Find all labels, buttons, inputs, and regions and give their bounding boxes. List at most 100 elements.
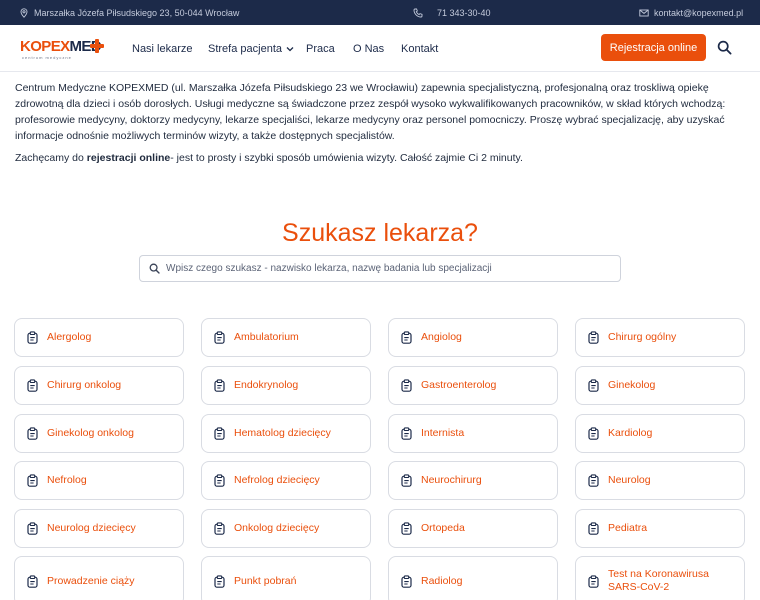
specialization-card[interactable]: Test na Koronawirusa SARS-CoV-2 bbox=[575, 556, 745, 600]
clipboard-icon bbox=[587, 574, 600, 588]
specialization-card[interactable]: Punkt pobrań bbox=[201, 556, 371, 600]
logo-subtitle: centrum medyczne bbox=[22, 55, 72, 60]
phone-text: 71 343-30-40 bbox=[437, 7, 491, 18]
clipboard-icon bbox=[213, 522, 226, 535]
doctor-search-box[interactable] bbox=[139, 255, 621, 282]
clipboard-icon bbox=[400, 427, 413, 440]
specialization-card[interactable]: Ambulatorium bbox=[201, 318, 371, 357]
clipboard-icon bbox=[587, 522, 600, 535]
specialization-label: Chirurg ogólny bbox=[608, 331, 677, 343]
specialization-card[interactable]: Nefrolog dziecięcy bbox=[201, 461, 371, 500]
nav-kontakt[interactable]: Kontakt bbox=[401, 25, 438, 72]
specialization-card[interactable]: Neurolog dziecięcy bbox=[14, 509, 184, 548]
email-text: kontakt@kopexmed.pl bbox=[654, 7, 744, 18]
specialization-label: Test na Koronawirusa SARS-CoV-2 bbox=[608, 568, 709, 593]
specializations-grid: Alergolog Ambulatorium Angiolog Chirurg … bbox=[14, 318, 746, 600]
specialization-card[interactable]: Internista bbox=[388, 414, 558, 453]
kopexmed-logo[interactable]: KOPEXMED centrum medyczne bbox=[20, 39, 105, 61]
email-link[interactable]: kontakt@kopexmed.pl bbox=[639, 0, 743, 25]
specialization-label: Kardiolog bbox=[608, 427, 653, 439]
search-icon bbox=[149, 263, 160, 274]
clipboard-icon bbox=[400, 474, 413, 487]
clipboard-icon bbox=[26, 331, 39, 344]
specialization-label: Ginekolog onkolog bbox=[47, 427, 134, 439]
logo-wordmark: KOPEXMED bbox=[20, 38, 102, 55]
map-pin-icon bbox=[19, 7, 29, 18]
clipboard-icon bbox=[587, 427, 600, 440]
address-text: Marszałka Józefa Piłsudskiego 23, 50-044… bbox=[34, 7, 240, 18]
clipboard-icon bbox=[26, 427, 39, 440]
registration-cta: Zachęcamy do rejestracji online- jest to… bbox=[15, 152, 523, 164]
specialization-card[interactable]: Ginekolog onkolog bbox=[14, 414, 184, 453]
specialization-card[interactable]: Ginekolog bbox=[575, 366, 745, 405]
specialization-label: Internista bbox=[421, 427, 465, 439]
specialization-card[interactable]: Endokrynolog bbox=[201, 366, 371, 405]
clipboard-icon bbox=[400, 379, 413, 392]
specialization-label: Neurolog bbox=[608, 474, 651, 486]
clipboard-icon bbox=[26, 379, 39, 392]
clipboard-icon bbox=[213, 379, 226, 392]
specialization-label: Nefrolog bbox=[47, 474, 87, 486]
specialization-label: Neurolog dziecięcy bbox=[47, 522, 136, 534]
clipboard-icon bbox=[587, 331, 600, 344]
specialization-label: Alergolog bbox=[47, 331, 92, 343]
clipboard-icon bbox=[26, 574, 39, 588]
clipboard-icon bbox=[213, 474, 226, 487]
search-headline: Szukasz lekarza? bbox=[282, 219, 478, 247]
specialization-label: Punkt pobrań bbox=[234, 574, 297, 587]
specialization-label: Pediatra bbox=[608, 522, 648, 534]
specialization-card[interactable]: Chirurg ogólny bbox=[575, 318, 745, 357]
search-icon bbox=[717, 40, 731, 54]
specialization-card[interactable]: Kardiolog bbox=[575, 414, 745, 453]
clipboard-icon bbox=[213, 427, 226, 440]
clipboard-icon bbox=[400, 522, 413, 535]
clipboard-icon bbox=[213, 574, 226, 588]
envelope-icon bbox=[639, 8, 649, 18]
clipboard-icon bbox=[26, 522, 39, 535]
specialization-card[interactable]: Neurolog bbox=[575, 461, 745, 500]
specialization-label: Ortopeda bbox=[421, 522, 465, 534]
specialization-card[interactable]: Angiolog bbox=[388, 318, 558, 357]
clipboard-icon bbox=[213, 331, 226, 344]
phone-icon bbox=[413, 8, 423, 18]
address-info: Marszałka Józefa Piłsudskiego 23, 50-044… bbox=[19, 0, 239, 25]
specialization-label: Onkolog dziecięcy bbox=[234, 522, 320, 534]
main-header: KOPEXMED centrum medyczne Nasi lekarze S… bbox=[0, 25, 760, 72]
specialization-card[interactable]: Neurochirurg bbox=[388, 461, 558, 500]
register-online-button[interactable]: Rejestracja online bbox=[601, 34, 706, 61]
specialization-label: Ambulatorium bbox=[234, 331, 299, 343]
registration-cta-link[interactable]: rejestracji online bbox=[87, 152, 170, 164]
specialization-label: Angiolog bbox=[421, 331, 462, 343]
specialization-label: Hematolog dziecięcy bbox=[234, 427, 331, 439]
phone-link[interactable]: 71 343-30-40 bbox=[413, 0, 491, 25]
specialization-card[interactable]: Chirurg onkolog bbox=[14, 366, 184, 405]
specialization-label: Gastroenterolog bbox=[421, 379, 497, 391]
logo-plus-icon bbox=[90, 39, 104, 53]
header-search-button[interactable] bbox=[715, 38, 733, 56]
specialization-card[interactable]: Hematolog dziecięcy bbox=[201, 414, 371, 453]
clipboard-icon bbox=[587, 474, 600, 487]
nav-praca[interactable]: Praca bbox=[306, 25, 335, 72]
doctor-search-input[interactable] bbox=[166, 263, 606, 274]
clipboard-icon bbox=[400, 331, 413, 344]
clipboard-icon bbox=[587, 379, 600, 392]
specialization-card[interactable]: Gastroenterolog bbox=[388, 366, 558, 405]
specialization-card[interactable]: Radiolog bbox=[388, 556, 558, 600]
nav-o-nas[interactable]: O Nas bbox=[353, 25, 384, 72]
nav-strefa-pacjenta[interactable]: Strefa pacjenta bbox=[208, 25, 294, 72]
specialization-label: Nefrolog dziecięcy bbox=[234, 474, 320, 486]
specialization-label: Neurochirurg bbox=[421, 474, 482, 486]
specialization-label: Chirurg onkolog bbox=[47, 379, 122, 391]
specialization-label: Radiolog bbox=[421, 574, 463, 587]
specialization-label: Prowadzenie ciąży bbox=[47, 574, 135, 587]
specialization-card[interactable]: Pediatra bbox=[575, 509, 745, 548]
nav-nasi-lekarze[interactable]: Nasi lekarze bbox=[132, 25, 193, 72]
specialization-card[interactable]: Ortopeda bbox=[388, 509, 558, 548]
specialization-card[interactable]: Prowadzenie ciąży bbox=[14, 556, 184, 600]
clipboard-icon bbox=[26, 474, 39, 487]
specialization-card[interactable]: Onkolog dziecięcy bbox=[201, 509, 371, 548]
specialization-card[interactable]: Nefrolog bbox=[14, 461, 184, 500]
intro-paragraph: Centrum Medyczne KOPEXMED (ul. Marszałka… bbox=[15, 82, 726, 142]
clipboard-icon bbox=[400, 574, 413, 588]
specialization-card[interactable]: Alergolog bbox=[14, 318, 184, 357]
